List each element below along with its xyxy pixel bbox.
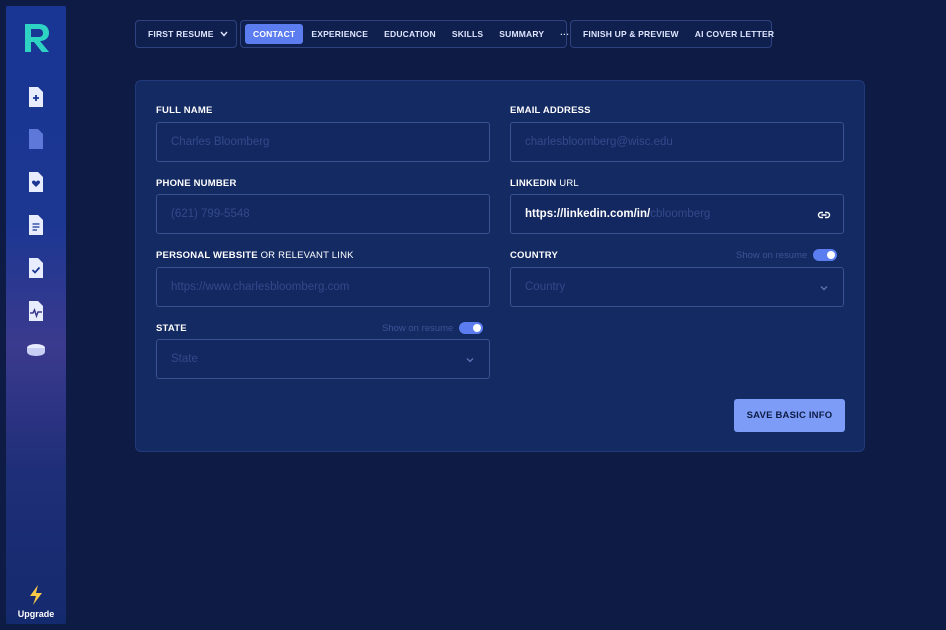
section-tabs: CONTACT EXPERIENCE EDUCATION SKILLS SUMM… bbox=[240, 20, 569, 48]
file-check-icon[interactable] bbox=[27, 257, 45, 279]
country-show-toggle[interactable]: Show on resume bbox=[736, 249, 838, 261]
file-plus-icon[interactable] bbox=[27, 86, 45, 108]
chevron-down-icon bbox=[220, 31, 228, 37]
resume-selector[interactable]: FIRST RESUME bbox=[135, 20, 237, 48]
chevron-down-icon bbox=[820, 286, 828, 291]
action-tabs: FINISH UP & PREVIEW AI COVER LETTER bbox=[570, 20, 774, 48]
app-logo-icon[interactable] bbox=[21, 20, 53, 56]
website-input[interactable]: https://www.charlesbloomberg.com bbox=[156, 267, 490, 307]
state-label: STATE bbox=[156, 323, 187, 334]
file-pulse-icon[interactable] bbox=[27, 300, 45, 322]
full-name-label: FULL NAME bbox=[156, 105, 213, 116]
file-icon[interactable] bbox=[27, 128, 45, 150]
tab-skills[interactable]: SKILLS bbox=[444, 24, 491, 44]
phone-input[interactable]: (621) 799-5548 bbox=[156, 194, 490, 234]
tab-experience[interactable]: EXPERIENCE bbox=[303, 24, 376, 44]
file-heart-icon[interactable] bbox=[27, 171, 45, 193]
linkedin-label: LINKEDIN URL bbox=[510, 178, 579, 189]
file-text-icon[interactable] bbox=[27, 214, 45, 236]
save-basic-info-button[interactable]: SAVE BASIC INFO bbox=[734, 399, 845, 432]
country-label: COUNTRY bbox=[510, 250, 559, 261]
upgrade-button[interactable]: Upgrade bbox=[6, 584, 66, 619]
coins-icon[interactable] bbox=[25, 339, 47, 361]
chevron-down-icon bbox=[466, 358, 474, 363]
finish-preview-button[interactable]: FINISH UP & PREVIEW bbox=[575, 24, 687, 44]
sidebar: Upgrade bbox=[6, 6, 66, 624]
tab-contact[interactable]: CONTACT bbox=[245, 24, 304, 44]
website-label: PERSONAL WEBSITE OR RELEVANT LINK bbox=[156, 250, 354, 261]
resume-selector-label[interactable]: FIRST RESUME bbox=[140, 24, 236, 44]
phone-label: PHONE NUMBER bbox=[156, 178, 237, 189]
tab-summary[interactable]: SUMMARY bbox=[491, 24, 552, 44]
email-label: EMAIL ADDRESS bbox=[510, 105, 591, 116]
email-input[interactable]: charlesbloomberg@wisc.edu bbox=[510, 122, 844, 162]
country-select[interactable]: Country bbox=[510, 267, 844, 307]
ai-cover-letter-button[interactable]: AI COVER LETTER bbox=[687, 24, 783, 44]
state-show-toggle[interactable]: Show on resume bbox=[382, 322, 484, 334]
full-name-input[interactable]: Charles Bloomberg bbox=[156, 122, 490, 162]
link-icon bbox=[817, 211, 831, 219]
upgrade-label: Upgrade bbox=[17, 609, 55, 619]
state-select[interactable]: State bbox=[156, 339, 490, 379]
contact-form-card: FULL NAME Charles Bloomberg EMAIL ADDRES… bbox=[135, 80, 865, 452]
linkedin-input[interactable]: https://linkedin.com/in/cbloomberg bbox=[510, 194, 844, 234]
lightning-icon bbox=[30, 585, 42, 605]
toggle-switch[interactable] bbox=[459, 322, 484, 334]
toggle-switch[interactable] bbox=[813, 249, 838, 261]
tab-education[interactable]: EDUCATION bbox=[376, 24, 444, 44]
